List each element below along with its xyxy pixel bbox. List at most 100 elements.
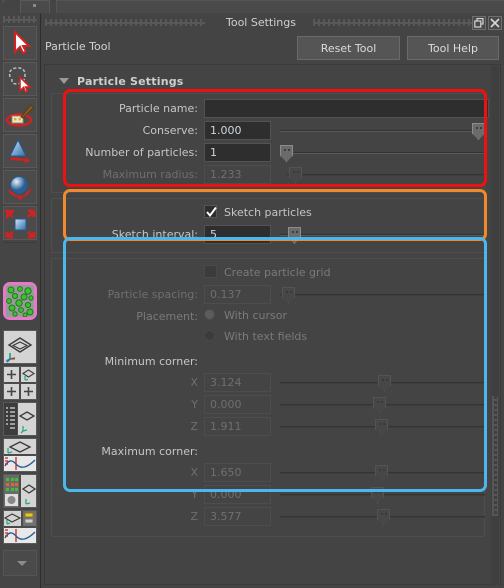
- particle-name-input[interactable]: [204, 99, 489, 118]
- tool-single-view-layout[interactable]: [3, 330, 37, 364]
- field-row-min-corner-x: X 3.124: [52, 372, 485, 394]
- tool-persp-graph-hypergraph-layout[interactable]: [3, 510, 37, 544]
- min-corner-x-input: 3.124: [204, 373, 271, 392]
- field-row-max-corner-x: X 1.650: [52, 462, 485, 484]
- number-of-particles-input[interactable]: 1: [204, 143, 271, 162]
- maximum-radius-slider-handle: [289, 167, 302, 184]
- max-corner-z-label: Z: [190, 510, 198, 523]
- field-row-number-of-particles: Number of particles: 1: [52, 142, 485, 164]
- top-strip-button[interactable]: [20, 0, 50, 13]
- tool-name-label: Particle Tool: [45, 40, 111, 53]
- number-of-particles-label: Number of particles:: [85, 146, 198, 159]
- title-grip-left[interactable]: [45, 19, 205, 26]
- max-corner-x-label: X: [190, 466, 198, 479]
- placement-with-cursor-radio[interactable]: [204, 309, 215, 320]
- tool-outliner-persp-layout[interactable]: [3, 402, 37, 436]
- maximum-radius-label: Maximum radius:: [102, 168, 198, 181]
- minimum-corner-header: Minimum corner:: [52, 348, 484, 372]
- conserve-slider[interactable]: [280, 123, 485, 140]
- max-corner-x-slider: [280, 465, 485, 482]
- field-row-sketch-interval: Sketch interval: 5: [52, 224, 485, 246]
- field-row-particle-name: Particle name:: [52, 98, 489, 120]
- top-strip: [0, 0, 504, 14]
- left-toolbar: [0, 14, 41, 588]
- close-icon[interactable]: [488, 16, 502, 30]
- max-corner-y-slider: [280, 487, 485, 504]
- conserve-input[interactable]: 1.000: [204, 121, 271, 140]
- scrollbar-thumb[interactable]: [492, 396, 498, 516]
- create-particle-grid-label: Create particle grid: [224, 266, 331, 279]
- tool-lasso-select-tool[interactable]: [3, 62, 37, 96]
- title-grip-right[interactable]: [313, 19, 473, 26]
- tool-scale-tool[interactable]: [3, 206, 37, 240]
- checkbox-row-create-particle-grid: Create particle grid: [52, 263, 484, 284]
- particle-settings-header[interactable]: Particle Settings: [51, 71, 485, 91]
- toolbar-grip[interactable]: [3, 16, 37, 23]
- maximum-radius-slider: [287, 167, 485, 184]
- radio-row-with-cursor: Placement: With cursor: [52, 306, 484, 327]
- tool-help-button[interactable]: Tool Help: [407, 36, 499, 60]
- placement-label: Placement:: [136, 310, 198, 323]
- sketch-interval-slider-handle[interactable]: [288, 227, 301, 244]
- min-corner-z-slider-handle: [375, 419, 388, 436]
- tool-move-tool[interactable]: [3, 134, 37, 168]
- more-layouts-button[interactable]: [3, 550, 37, 576]
- tool-particle-tool[interactable]: [3, 282, 37, 320]
- max-corner-x-input: 1.650: [204, 463, 271, 482]
- placement-with-text-fields-label: With text fields: [224, 330, 308, 343]
- create-particle-grid-checkbox[interactable]: [204, 265, 217, 278]
- field-row-min-corner-z: Z 1.911: [52, 416, 485, 438]
- checkbox-row-sketch-particles: Sketch particles: [52, 203, 484, 224]
- min-corner-z-label: Z: [190, 420, 198, 433]
- max-corner-z-input: 3.577: [204, 507, 271, 526]
- number-of-particles-slider-handle[interactable]: [280, 145, 293, 162]
- field-row-max-corner-z: Z 3.577: [52, 506, 485, 528]
- tool-settings-window: Tool Settings Particle Tool Reset Tool T…: [0, 0, 504, 588]
- maximum-corner-label: Maximum corner:: [101, 445, 198, 458]
- sketch-particles-label: Sketch particles: [224, 206, 312, 219]
- particle-spacing-slider-handle: [282, 287, 295, 304]
- settings-scroll-body: Particle Settings Particle name: Conserv…: [44, 64, 501, 585]
- sketch-interval-slider[interactable]: [280, 227, 485, 244]
- sketch-interval-input[interactable]: 5: [204, 225, 271, 244]
- reset-tool-button[interactable]: Reset Tool: [297, 36, 400, 60]
- tool-settings-panel: Tool Settings Particle Tool Reset Tool T…: [41, 14, 504, 588]
- title-bar: Tool Settings: [41, 14, 504, 32]
- triangle-down-icon[interactable]: [59, 78, 69, 84]
- radio-row-with-text-fields: With text fields: [52, 327, 484, 348]
- max-corner-z-slider-handle: [377, 509, 390, 526]
- particle-spacing-label: Particle spacing:: [107, 288, 198, 301]
- field-row-max-corner-y: Y 0.000: [52, 484, 485, 506]
- number-of-particles-slider[interactable]: [280, 145, 485, 162]
- particle-name-label: Particle name:: [118, 102, 198, 115]
- top-strip-panel: [56, 0, 504, 13]
- tool-four-view-layout[interactable]: [3, 366, 37, 400]
- chevron-down-icon: [17, 561, 27, 566]
- particle-spacing-input: 0.137: [204, 285, 271, 304]
- max-corner-y-slider-handle: [371, 487, 384, 504]
- min-corner-y-input: 0.000: [204, 395, 271, 414]
- tool-hypershade-persp-layout[interactable]: [3, 474, 37, 508]
- section-title: Particle Settings: [77, 74, 184, 88]
- vertical-scrollbar[interactable]: [491, 66, 499, 585]
- particle-spacing-slider: [280, 287, 485, 304]
- tool-select-tool[interactable]: [3, 26, 37, 60]
- tool-rotate-tool[interactable]: [3, 170, 37, 204]
- min-corner-y-label: Y: [191, 398, 198, 411]
- conserve-slider-handle[interactable]: [472, 123, 485, 140]
- max-corner-y-label: Y: [191, 488, 198, 501]
- field-row-conserve: Conserve: 1.000: [52, 120, 485, 142]
- placement-with-cursor-label: With cursor: [224, 309, 287, 322]
- restore-icon[interactable]: [472, 16, 486, 30]
- particle-settings-frame: Particle Settings Particle name: Conserv…: [51, 71, 489, 537]
- tool-paint-select-tool[interactable]: [3, 98, 37, 132]
- minimum-corner-label: Minimum corner:: [104, 355, 198, 368]
- min-corner-z-input: 1.911: [204, 417, 271, 436]
- basic-particle-group: Particle name: Conserve: 1.000 Number of…: [51, 93, 489, 193]
- sketch-particles-checkbox[interactable]: [204, 205, 217, 218]
- placement-with-text-fields-radio[interactable]: [204, 330, 215, 341]
- max-corner-x-slider-handle: [375, 465, 388, 482]
- field-row-maximum-radius: Maximum radius: 1.233: [52, 164, 485, 186]
- min-corner-z-slider: [280, 419, 485, 436]
- tool-persp-graph-layout[interactable]: [3, 438, 37, 472]
